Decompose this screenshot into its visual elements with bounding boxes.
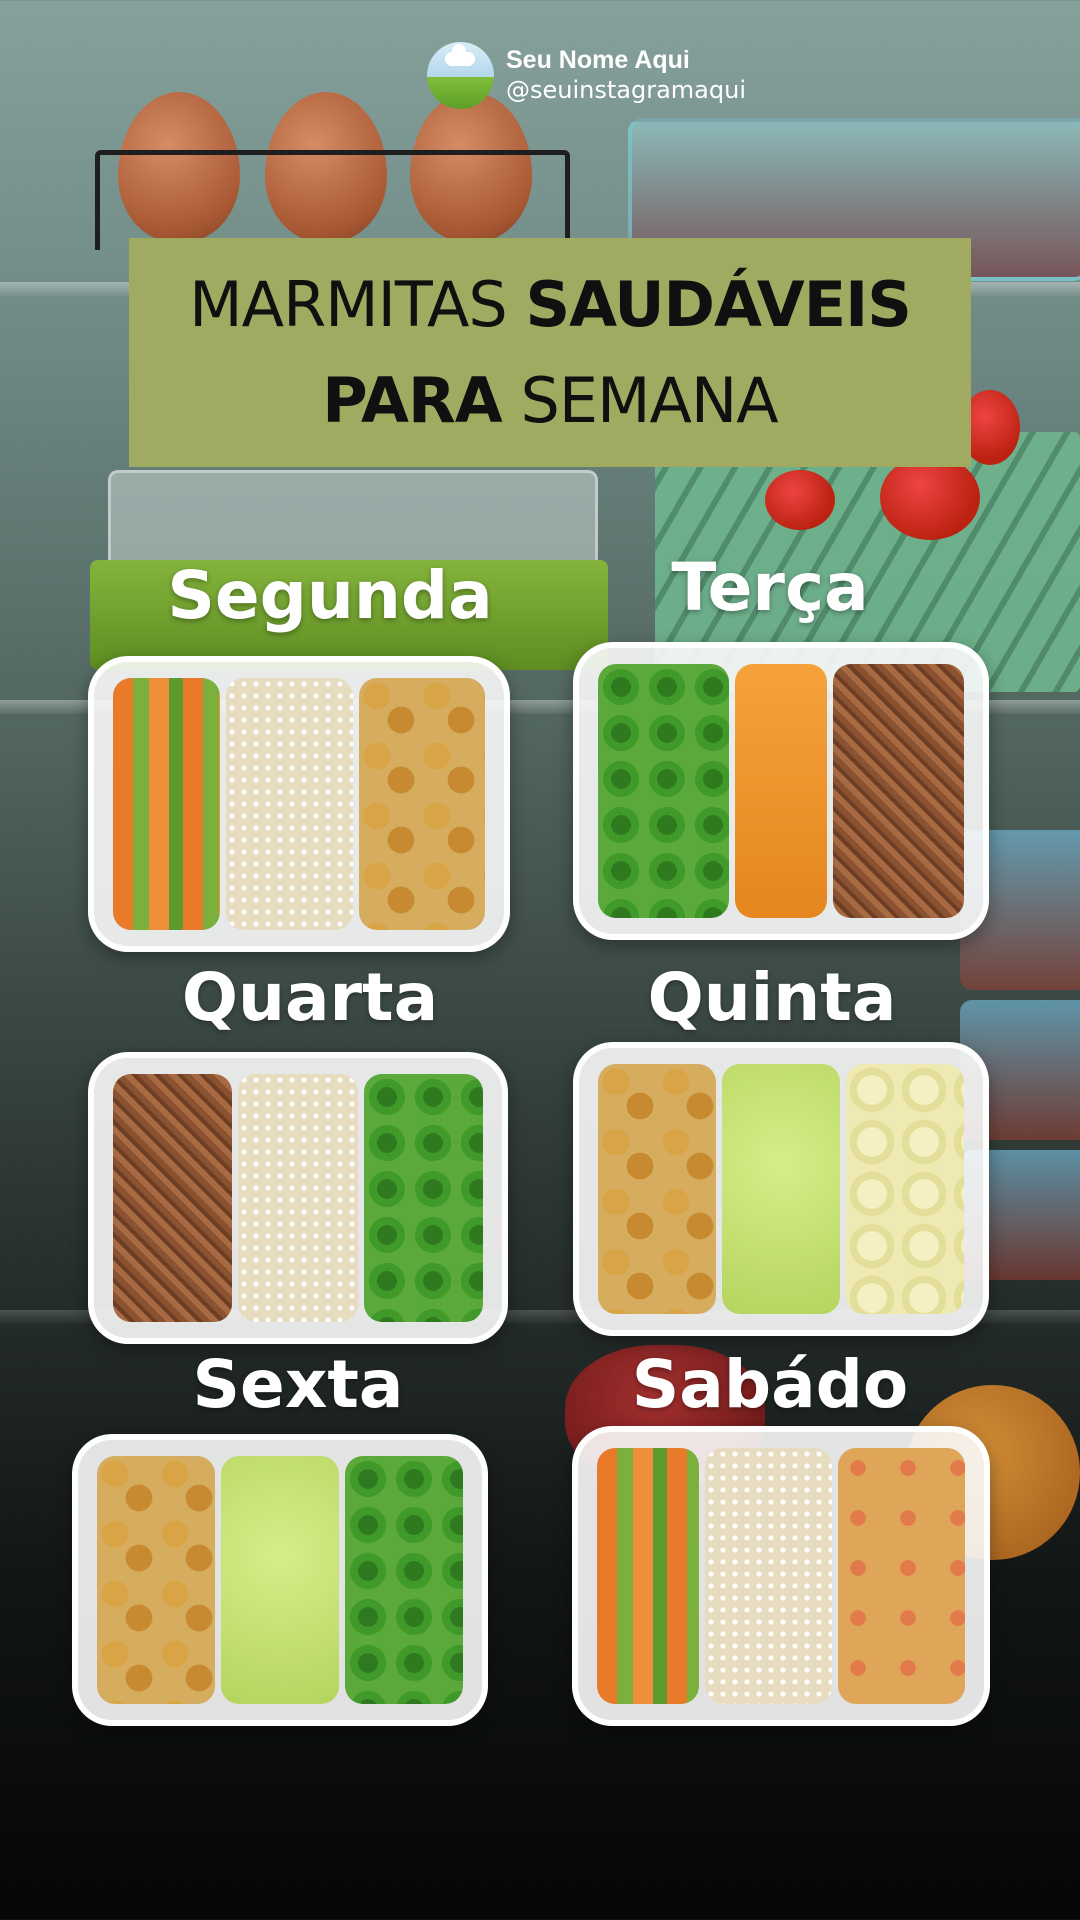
chicken-tomato (837, 1448, 965, 1704)
broccoli (345, 1456, 463, 1704)
pumpkin-puree (735, 664, 827, 918)
day-label-segunda: Segunda (167, 557, 493, 634)
pulled-meat (832, 664, 964, 918)
broccoli (598, 664, 730, 918)
chicken (97, 1456, 215, 1704)
meal-container-sexta (72, 1434, 488, 1726)
cloud-icon (445, 43, 475, 66)
rice (238, 1074, 358, 1322)
title-word: MARMITAS (189, 267, 508, 341)
title-banner: MARMITAS SAUDÁVEIS PARA SEMANA (129, 238, 971, 467)
cauliflower (846, 1064, 964, 1314)
day-label-terca: Terça (671, 549, 869, 626)
profile-handle: @seuinstagramaqui (506, 76, 746, 104)
carrots-green-beans (113, 678, 221, 930)
day-label-quarta: Quarta (181, 959, 439, 1036)
meal-container-terca (573, 642, 989, 940)
day-label-sexta: Sexta (192, 1346, 404, 1423)
meal-container-segunda (88, 656, 510, 952)
carrots-green-beans (597, 1448, 699, 1704)
title-word-bold: SAUDÁVEIS (525, 267, 911, 341)
profile-header: Seu Nome Aqui @seuinstagramaqui (427, 40, 746, 110)
profile-text: Seu Nome Aqui @seuinstagramaqui (506, 45, 746, 105)
title-line-2: PARA SEMANA (322, 353, 778, 449)
rice (704, 1448, 832, 1704)
tomato (880, 455, 980, 540)
title-line-1: MARMITAS SAUDÁVEIS (189, 257, 912, 353)
meal-container-quarta (88, 1052, 508, 1344)
broccoli (363, 1074, 483, 1322)
rice (226, 678, 353, 930)
tomato (765, 470, 835, 530)
meal-container-quinta (573, 1042, 989, 1336)
green-puree (221, 1456, 339, 1704)
chicken (598, 1064, 716, 1314)
meal-container-sabado (572, 1426, 990, 1726)
day-label-sabado: Sabádo (631, 1346, 909, 1423)
landscape-avatar-icon (427, 41, 494, 109)
title-word-bold: PARA (322, 363, 502, 437)
green-puree (722, 1064, 840, 1314)
pulled-meat (113, 1074, 233, 1322)
profile-name: Seu Nome Aqui (506, 46, 690, 74)
title-word: SEMANA (520, 363, 778, 437)
day-label-quinta: Quinta (647, 959, 897, 1036)
egg-rack (95, 150, 570, 250)
chicken (358, 678, 485, 930)
